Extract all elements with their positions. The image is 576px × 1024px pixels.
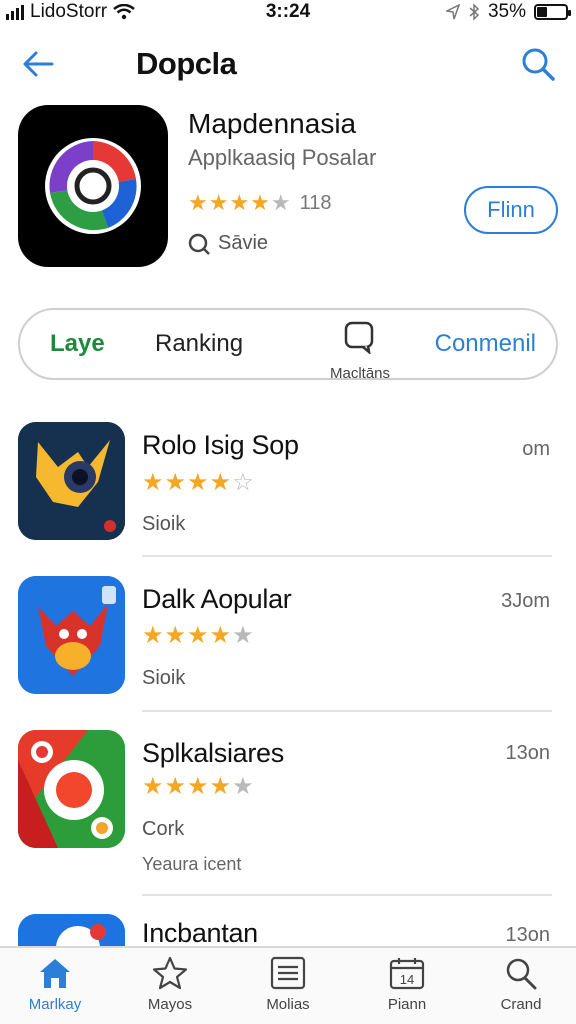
divider xyxy=(142,710,552,712)
app-icon[interactable] xyxy=(18,105,168,267)
search-icon[interactable] xyxy=(518,44,558,84)
app-meta: 13on xyxy=(505,924,551,946)
app-category: Sioik xyxy=(142,667,186,689)
rating-stars: ★★★★☆ xyxy=(142,469,255,496)
rating-stars: ★★★★★ xyxy=(142,773,255,800)
search-icon xyxy=(506,958,537,990)
calendar-icon: 14 xyxy=(389,958,425,990)
get-button[interactable]: Flinn xyxy=(464,186,558,234)
app-meta: 13on xyxy=(505,742,551,764)
tab-favorites[interactable]: Mayos xyxy=(115,956,225,1013)
app-name: Splkalsiares xyxy=(142,738,284,768)
tab-label: Molias xyxy=(266,996,310,1013)
nav-bar: Dopcla xyxy=(0,38,576,90)
segment-middle[interactable]: Macltāns xyxy=(310,320,410,382)
divider xyxy=(142,894,552,896)
status-right: 35% xyxy=(445,1,571,23)
app-rating-stars: ★★★★★ xyxy=(188,190,292,215)
app-name: Incbantan xyxy=(142,918,258,948)
rating-count: 118 xyxy=(299,191,332,214)
tab-label: Mayos xyxy=(147,996,193,1013)
svg-text:14: 14 xyxy=(400,972,414,987)
app-extra: Yeaura icent xyxy=(142,854,242,874)
save-link[interactable]: Sāvie xyxy=(188,232,268,255)
app-category: Cork xyxy=(142,818,185,840)
bird-icon xyxy=(18,422,125,540)
status-bar: LidoStorr 3::24 35% xyxy=(0,0,576,26)
app-category: Sioik xyxy=(142,513,186,535)
tab-label: Piann xyxy=(387,996,427,1013)
tab-home[interactable]: Marlkay xyxy=(0,956,110,1013)
chat-icon xyxy=(344,321,374,356)
app-thumbnail xyxy=(18,422,125,540)
tab-lists[interactable]: Molias xyxy=(233,956,343,1013)
rating-stars: ★★★★★ xyxy=(142,622,255,649)
dragon-icon xyxy=(18,576,125,694)
tab-search[interactable]: Crand xyxy=(466,956,576,1013)
target-icon xyxy=(18,730,125,848)
app-name: Mapdennasia xyxy=(188,108,357,139)
app-meta: om xyxy=(522,438,550,460)
app-meta: 3Jom xyxy=(501,590,550,612)
app-rating: ★★★★★ 118 xyxy=(188,190,332,216)
tab-bar: Marlkay Mayos Molias 14 Piann Crand xyxy=(0,946,576,1024)
app-thumbnail xyxy=(18,730,125,848)
segment-ranking[interactable]: Ranking xyxy=(155,330,243,358)
app-thumbnail xyxy=(18,914,125,946)
save-label: Sāvie xyxy=(218,232,269,254)
divider xyxy=(142,555,552,557)
search-small-icon xyxy=(188,233,210,255)
battery-fill xyxy=(537,7,547,17)
segment-comment[interactable]: Conmenil xyxy=(435,330,536,358)
app-name: Rolo Isig Sop xyxy=(142,430,299,460)
location-icon xyxy=(445,4,460,20)
page-title: Dopcla xyxy=(136,46,237,81)
segmented-control: Laye Ranking Macltāns Conmenil xyxy=(18,308,558,382)
tab-plan[interactable]: 14 Piann xyxy=(352,956,462,1013)
tab-label: Crand xyxy=(500,996,542,1013)
app-thumbnail xyxy=(18,576,125,694)
battery-percent: 35% xyxy=(487,1,526,22)
bluetooth-icon xyxy=(469,3,480,21)
app-name: Dalk Aopular xyxy=(142,584,292,614)
tab-label: Marlkay xyxy=(28,996,82,1013)
list-icon xyxy=(270,956,306,990)
segment-middle-label: Macltāns xyxy=(329,365,391,382)
battery-icon xyxy=(534,4,571,20)
app-subtitle: Applkaasiq Posalar xyxy=(188,145,377,170)
app-logo-icon xyxy=(45,138,141,234)
back-arrow-icon[interactable] xyxy=(18,44,58,84)
segment-laye[interactable]: Laye xyxy=(50,330,105,358)
home-icon xyxy=(40,959,70,988)
social-icon xyxy=(18,914,125,946)
star-icon xyxy=(152,956,188,990)
